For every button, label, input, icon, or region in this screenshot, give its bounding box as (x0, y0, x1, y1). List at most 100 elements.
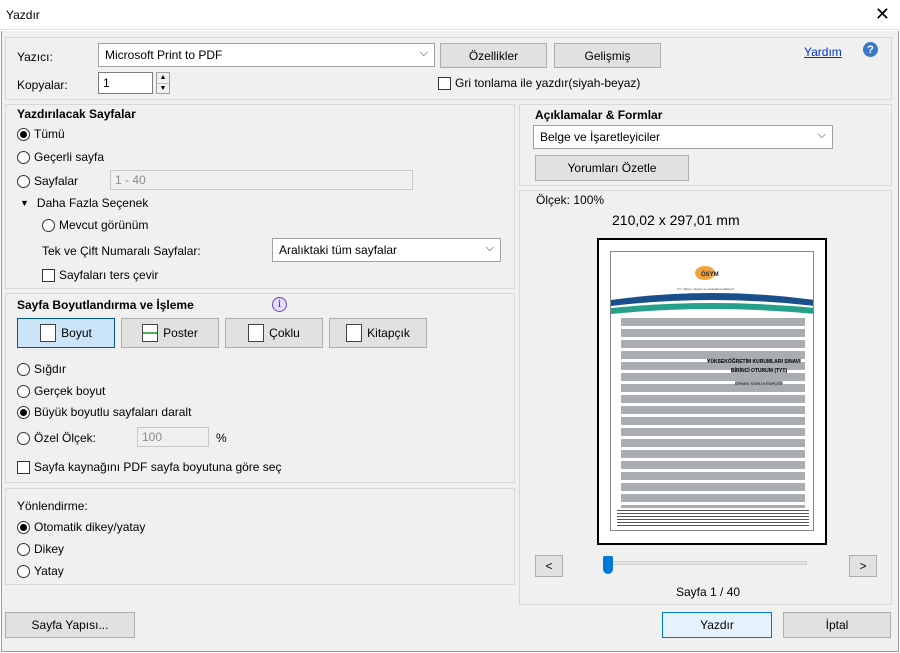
close-icon[interactable]: ✕ (875, 4, 890, 24)
doc-heading-3: ÖRNEK SORU KİTAPÇIĞI (735, 381, 783, 386)
current-view-radio[interactable] (42, 218, 55, 232)
grayscale-option[interactable]: Gri tonlama ile yazdır(siyah-beyaz) (438, 76, 640, 90)
odd-even-label: Tek ve Çift Numaralı Sayfalar: (42, 244, 201, 258)
shrink-label: Büyük boyutlu sayfaları daralt (34, 405, 192, 419)
triangle-down-icon: ▼ (20, 198, 29, 208)
actual-size-radio[interactable] (17, 384, 30, 398)
copies-input[interactable] (98, 72, 153, 94)
window-title: Yazdır (6, 8, 40, 22)
doc-wave-graphic (611, 293, 813, 314)
poster-icon (142, 324, 159, 342)
tab-poster[interactable]: Poster (121, 318, 219, 348)
odd-even-value: Aralıktaki tüm sayfalar (279, 243, 398, 257)
page-setup-button[interactable]: Sayfa Yapısı... (5, 612, 135, 638)
pages-all-option[interactable]: Tümü (17, 127, 65, 141)
odd-even-select[interactable]: Aralıktaki tüm sayfalar ⌵ (272, 238, 501, 262)
printer-value: Microsoft Print to PDF (105, 48, 223, 62)
grayscale-checkbox[interactable] (438, 76, 451, 90)
pages-all-label: Tümü (34, 127, 65, 141)
stepper-down-icon[interactable]: ▼ (157, 84, 169, 94)
print-button[interactable]: Yazdır (662, 612, 772, 638)
orientation-auto-option[interactable]: Otomatik dikey/yatay (17, 520, 145, 534)
custom-scale-label: Özel Ölçek: (34, 431, 97, 445)
shrink-option[interactable]: Büyük boyutlu sayfaları daralt (17, 405, 191, 419)
properties-button[interactable]: Özellikler (440, 43, 547, 68)
prev-page-button[interactable]: < (535, 555, 563, 577)
help-link[interactable]: Yardım (804, 45, 842, 59)
orientation-landscape-label: Yatay (34, 564, 64, 578)
page-preview: ÖSYM T.C. Ölçme, Seçme ve Yerleştirme Me… (597, 238, 827, 545)
tab-multiple[interactable]: Çoklu (225, 318, 323, 348)
stepper-up-icon[interactable]: ▲ (157, 73, 169, 84)
grayscale-label: Gri tonlama ile yazdır(siyah-beyaz) (455, 76, 641, 90)
sizing-title: Sayfa Boyutlandırma ve İşleme (17, 298, 194, 312)
custom-scale-radio[interactable] (17, 431, 30, 445)
more-options-label: Daha Fazla Seçenek (36, 196, 149, 210)
orientation-portrait-radio[interactable] (17, 542, 30, 556)
question-circle-icon[interactable]: ? (863, 42, 878, 57)
page-slider[interactable] (606, 561, 807, 565)
actual-size-label: Gerçek boyut (34, 384, 106, 398)
shrink-radio[interactable] (17, 405, 30, 419)
comments-select[interactable]: Belge ve İşaretleyiciler ⌵ (533, 125, 833, 149)
custom-scale-input[interactable] (137, 427, 209, 447)
info-icon[interactable]: i (272, 297, 287, 312)
reverse-option[interactable]: Sayfaları ters çevir (42, 268, 158, 282)
cancel-button[interactable]: İptal (783, 612, 891, 638)
tab-size[interactable]: Boyut (17, 318, 115, 348)
more-options-toggle[interactable]: ▼ Daha Fazla Seçenek (20, 196, 148, 210)
pdf-source-checkbox[interactable] (17, 460, 30, 474)
multiple-pages-icon (248, 324, 265, 342)
fit-label: Sığdır (34, 362, 67, 376)
tab-booklet[interactable]: Kitapçık (329, 318, 427, 348)
copies-stepper[interactable]: ▲ ▼ (156, 72, 170, 94)
orientation-auto-label: Otomatik dikey/yatay (34, 520, 146, 534)
page-dimensions: 210,02 x 297,01 mm (612, 212, 740, 228)
orientation-portrait-option[interactable]: Dikey (17, 542, 64, 556)
current-view-label: Mevcut görünüm (59, 218, 149, 232)
pages-range-radio[interactable] (17, 174, 30, 188)
custom-scale-option[interactable]: Özel Ölçek: (17, 431, 96, 445)
reverse-checkbox[interactable] (42, 268, 55, 282)
doc-body-stripes (621, 318, 805, 508)
orientation-landscape-option[interactable]: Yatay (17, 564, 64, 578)
fit-radio[interactable] (17, 362, 30, 376)
pages-range-option[interactable]: Sayfalar (17, 174, 78, 188)
document-thumbnail: ÖSYM T.C. Ölçme, Seçme ve Yerleştirme Me… (610, 251, 814, 531)
pages-title: Yazdırılacak Sayfalar (17, 107, 136, 121)
pages-range-input[interactable] (110, 170, 413, 190)
advanced-button[interactable]: Gelişmiş (554, 43, 661, 68)
reverse-label: Sayfaları ters çevir (59, 268, 159, 282)
orientation-landscape-radio[interactable] (17, 564, 30, 578)
orientation-title: Yönlendirme: (17, 499, 88, 513)
current-view-option[interactable]: Mevcut görünüm (42, 218, 148, 232)
percent-label: % (216, 431, 227, 445)
fit-option[interactable]: Sığdır (17, 362, 66, 376)
pdf-source-label: Sayfa kaynağını PDF sayfa boyutuna göre … (34, 460, 282, 474)
page-slider-thumb[interactable] (603, 556, 613, 574)
chevron-down-icon: ⌵ (817, 129, 826, 141)
doc-heading-2: BİRİNCİ OTURUM (TYT) (731, 368, 788, 374)
actual-size-option[interactable]: Gerçek boyut (17, 384, 105, 398)
pdf-source-option[interactable]: Sayfa kaynağını PDF sayfa boyutuna göre … (17, 460, 281, 474)
tab-multiple-label: Çoklu (269, 326, 300, 340)
printer-label: Yazıcı: (17, 50, 53, 64)
doc-footer-text (617, 510, 809, 526)
summarize-comments-button[interactable]: Yorumları Özetle (535, 155, 689, 181)
pages-current-option[interactable]: Geçerli sayfa (17, 150, 104, 164)
next-page-button[interactable]: > (849, 555, 877, 577)
copies-label: Kopyalar: (17, 78, 68, 92)
pages-current-radio[interactable] (17, 150, 30, 164)
printer-select[interactable]: Microsoft Print to PDF ⌵ (98, 43, 435, 67)
tab-size-label: Boyut (61, 326, 92, 340)
tab-booklet-label: Kitapçık (367, 326, 410, 340)
pages-all-radio[interactable] (17, 127, 30, 141)
orientation-auto-radio[interactable] (17, 520, 30, 534)
scale-label: Ölçek: 100% (536, 193, 605, 207)
pages-range-label: Sayfalar (34, 174, 79, 188)
page-size-icon (40, 324, 57, 342)
chevron-down-icon: ⌵ (419, 47, 428, 59)
tab-poster-label: Poster (163, 326, 198, 340)
comments-title: Açıklamalar & Formlar (535, 108, 663, 122)
page-indicator: Sayfa 1 / 40 (676, 585, 741, 599)
